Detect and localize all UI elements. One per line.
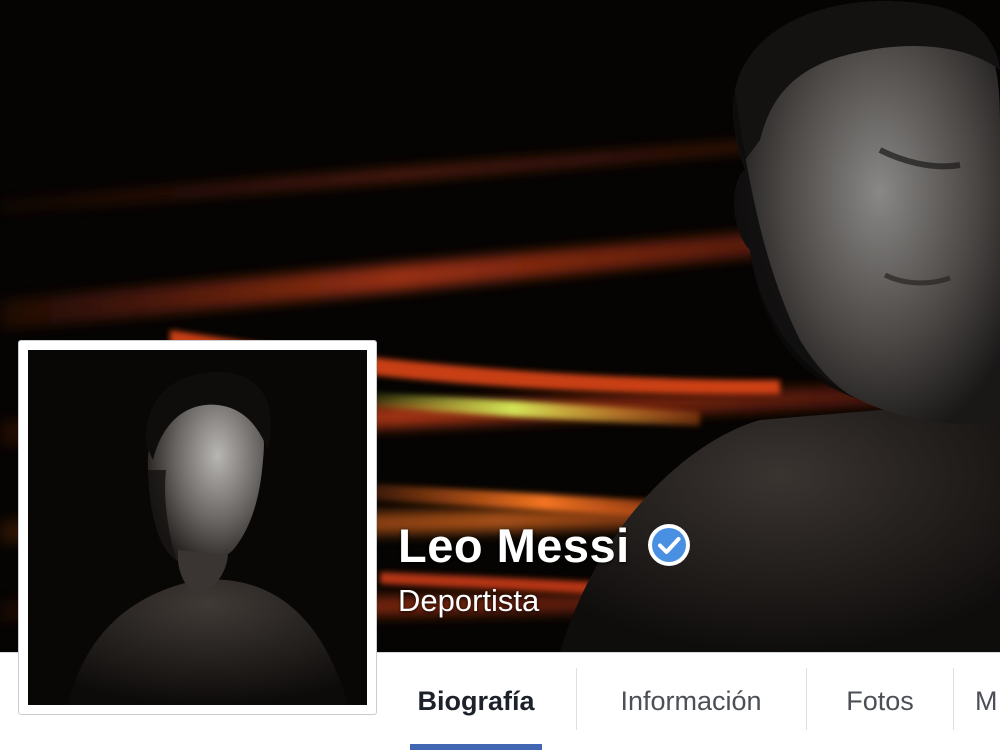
tab-informacion[interactable]: Información [598,652,784,750]
tab-divider [576,668,577,730]
profile-picture[interactable] [18,340,377,715]
profile-category: Deportista [398,583,540,618]
profile-picture-image [28,350,367,705]
tab-more[interactable]: M [975,652,1000,750]
verified-badge-icon [646,522,692,568]
profile-name-row: Leo Messi [398,515,692,575]
tab-biografia-label: Biografía [417,685,535,716]
tab-informacion-label: Información [620,685,762,716]
profile-name[interactable]: Leo Messi [398,518,630,573]
tab-biografia[interactable]: Biografía [404,652,548,750]
tab-more-label: M [975,685,998,716]
tab-fotos[interactable]: Fotos [828,652,932,750]
tab-divider [953,668,954,730]
tab-fotos-label: Fotos [846,685,914,716]
tab-divider [806,668,807,730]
